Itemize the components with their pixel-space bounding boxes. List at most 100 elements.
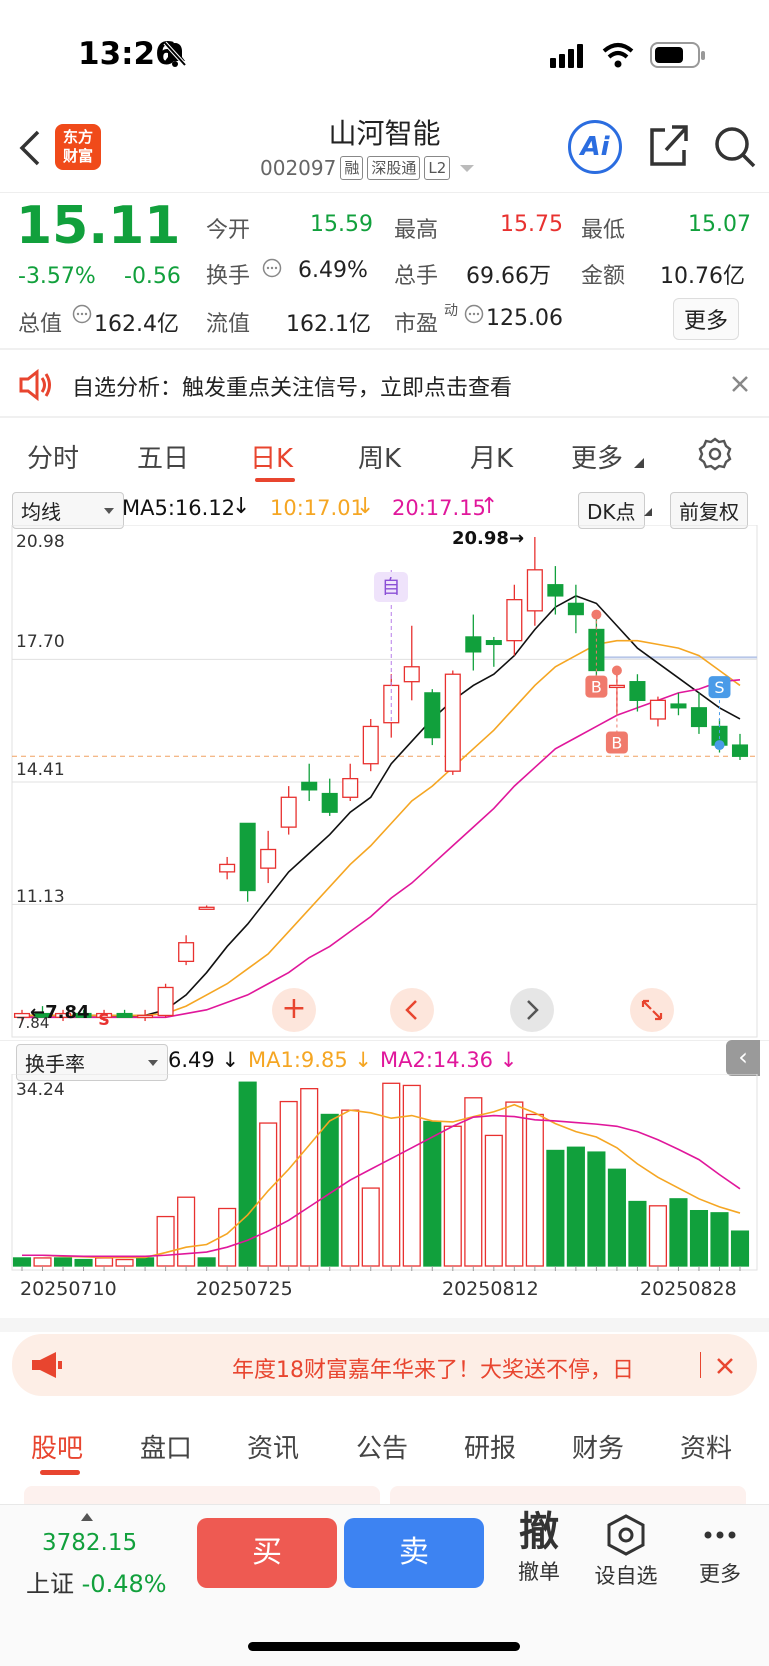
adjust-button[interactable]: 前复权	[670, 492, 748, 529]
stock-subtitle: 002097 融 深股通 L2	[260, 156, 476, 180]
chevron-right-button[interactable]	[510, 988, 554, 1032]
turnover-bar	[341, 1109, 360, 1267]
candle	[690, 692, 708, 734]
tab-announcements[interactable]: 公告	[356, 1428, 408, 1465]
search-icon[interactable]	[712, 124, 758, 170]
turnover-bar	[648, 1205, 668, 1267]
axis-tick-2: 17.70	[16, 632, 65, 652]
close-icon[interactable]	[715, 1356, 735, 1376]
tab-profile[interactable]: 资料	[680, 1428, 732, 1465]
turnover-bar	[423, 1120, 442, 1267]
turnover-bar	[94, 1257, 114, 1267]
dk-point-button[interactable]: DK点	[578, 492, 645, 529]
notice-text[interactable]: 自选分析：触发重点关注信号，立即点击查看	[72, 370, 512, 402]
turnover-bar	[156, 1215, 175, 1267]
share-icon[interactable]	[648, 122, 690, 168]
tab-research[interactable]: 研报	[464, 1428, 516, 1465]
tab-monthly-k[interactable]: 月K	[470, 438, 513, 475]
candlestick-chart[interactable]: BBSS	[0, 525, 769, 1040]
self-select-marker: 自	[374, 572, 408, 602]
close-icon[interactable]	[730, 374, 750, 394]
triangle-icon	[644, 508, 652, 516]
sell-button[interactable]: 卖	[344, 1518, 484, 1588]
tab-weekly-k[interactable]: 周K	[358, 438, 401, 475]
index-value[interactable]: 3782.15	[42, 1530, 137, 1556]
tab-financials[interactable]: 财务	[572, 1428, 624, 1465]
candle-body	[424, 692, 441, 739]
axis-tick-3: 14.41	[16, 760, 65, 780]
index-expand-icon[interactable]	[80, 1512, 94, 1522]
date-label-4: 20250828	[640, 1278, 737, 1300]
candle	[547, 566, 564, 615]
more-quote-button[interactable]: 更多	[673, 298, 740, 340]
bell-off-icon	[163, 41, 187, 67]
ma10-arrow: ↓	[356, 494, 375, 519]
candle	[526, 537, 543, 626]
expand-button[interactable]	[630, 988, 674, 1032]
candle	[219, 856, 236, 880]
bottom-tab-indicator	[40, 1470, 80, 1475]
high-label: 最高	[394, 218, 439, 243]
turnover-bar	[53, 1257, 73, 1267]
tab-intraday[interactable]: 分时	[27, 438, 79, 475]
high-value: 15.75	[500, 212, 563, 237]
more-actions-button[interactable]: 更多	[688, 1520, 752, 1588]
dropdown-icon	[104, 507, 114, 514]
candle-body	[567, 602, 584, 616]
open-value: 15.59	[310, 212, 373, 237]
info-icon[interactable]	[464, 304, 484, 324]
candle	[280, 786, 297, 835]
signal-marker-b: B	[605, 665, 628, 754]
mcap-value: 162.4亿	[94, 312, 179, 337]
candle	[301, 763, 318, 802]
signal-label: S	[714, 678, 724, 697]
candle-body	[526, 569, 543, 612]
tab-news[interactable]: 资讯	[247, 1428, 299, 1465]
tag-margin: 融	[340, 156, 364, 180]
gear-icon[interactable]	[697, 436, 733, 472]
candle-body	[219, 863, 236, 873]
tab-daily-k[interactable]: 日K	[250, 438, 293, 475]
info-icon[interactable]	[262, 258, 282, 278]
candle	[506, 584, 523, 656]
turnover-bar	[710, 1212, 729, 1267]
pe-label: 市盈	[394, 312, 439, 337]
tab-more[interactable]: 更多	[571, 438, 623, 475]
cancel-order-button[interactable]: 撤 撤单	[504, 1508, 574, 1586]
candle	[465, 614, 482, 671]
zoom-in-button[interactable]: +	[272, 988, 316, 1032]
turnover-bar	[464, 1097, 483, 1267]
mcap-label: 总值	[18, 312, 63, 337]
ai-button[interactable]: Ai	[568, 120, 622, 174]
dropdown-icon[interactable]	[458, 161, 476, 175]
dropdown-icon	[148, 1059, 158, 1066]
candle	[424, 689, 441, 746]
last-price: 15.11	[16, 196, 181, 256]
pe-sup: 动	[444, 303, 458, 319]
tab-orderbook[interactable]: 盘口	[140, 1428, 192, 1465]
chevron-left-button[interactable]	[390, 988, 434, 1032]
collapse-button[interactable]: ‹	[726, 1040, 760, 1076]
add-watchlist-button[interactable]: 设自选	[588, 1514, 664, 1590]
candle	[321, 778, 338, 816]
info-icon[interactable]	[72, 304, 92, 324]
battery-icon	[650, 42, 705, 68]
index-line[interactable]: 上证 -0.48%	[26, 1564, 167, 1599]
buy-button[interactable]: 买	[197, 1518, 337, 1588]
date-label-1: 20250710	[20, 1278, 117, 1300]
candle-body	[260, 848, 277, 869]
turnover-chart[interactable]	[0, 1074, 769, 1274]
promo-text[interactable]: 年度18财富嘉年华来了！大奖送不停，日	[232, 1352, 692, 1384]
candle-body	[547, 584, 564, 597]
tag-level2: L2	[424, 156, 451, 180]
candle	[567, 584, 584, 634]
candle	[239, 822, 256, 902]
signal-label: B	[591, 678, 602, 697]
tab-5day[interactable]: 五日	[137, 438, 189, 475]
candle	[403, 625, 420, 701]
speaker-icon	[19, 368, 51, 402]
high-annotation: 20.98→	[452, 528, 525, 549]
tab-forum[interactable]: 股吧	[31, 1428, 83, 1465]
turnover-bar	[74, 1258, 93, 1267]
indicator-select[interactable]: 均线	[12, 492, 124, 529]
